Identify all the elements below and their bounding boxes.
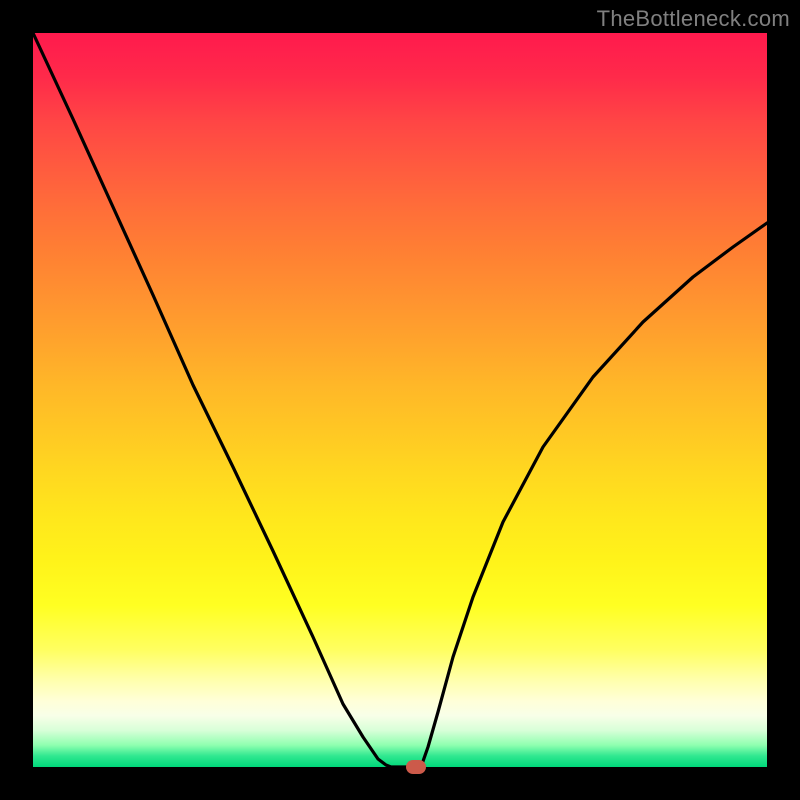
chart-frame: TheBottleneck.com <box>0 0 800 800</box>
bottleneck-curve-path <box>33 33 767 767</box>
optimal-point-marker <box>406 760 426 774</box>
bottleneck-curve-svg <box>33 33 767 767</box>
watermark-text: TheBottleneck.com <box>597 6 790 32</box>
